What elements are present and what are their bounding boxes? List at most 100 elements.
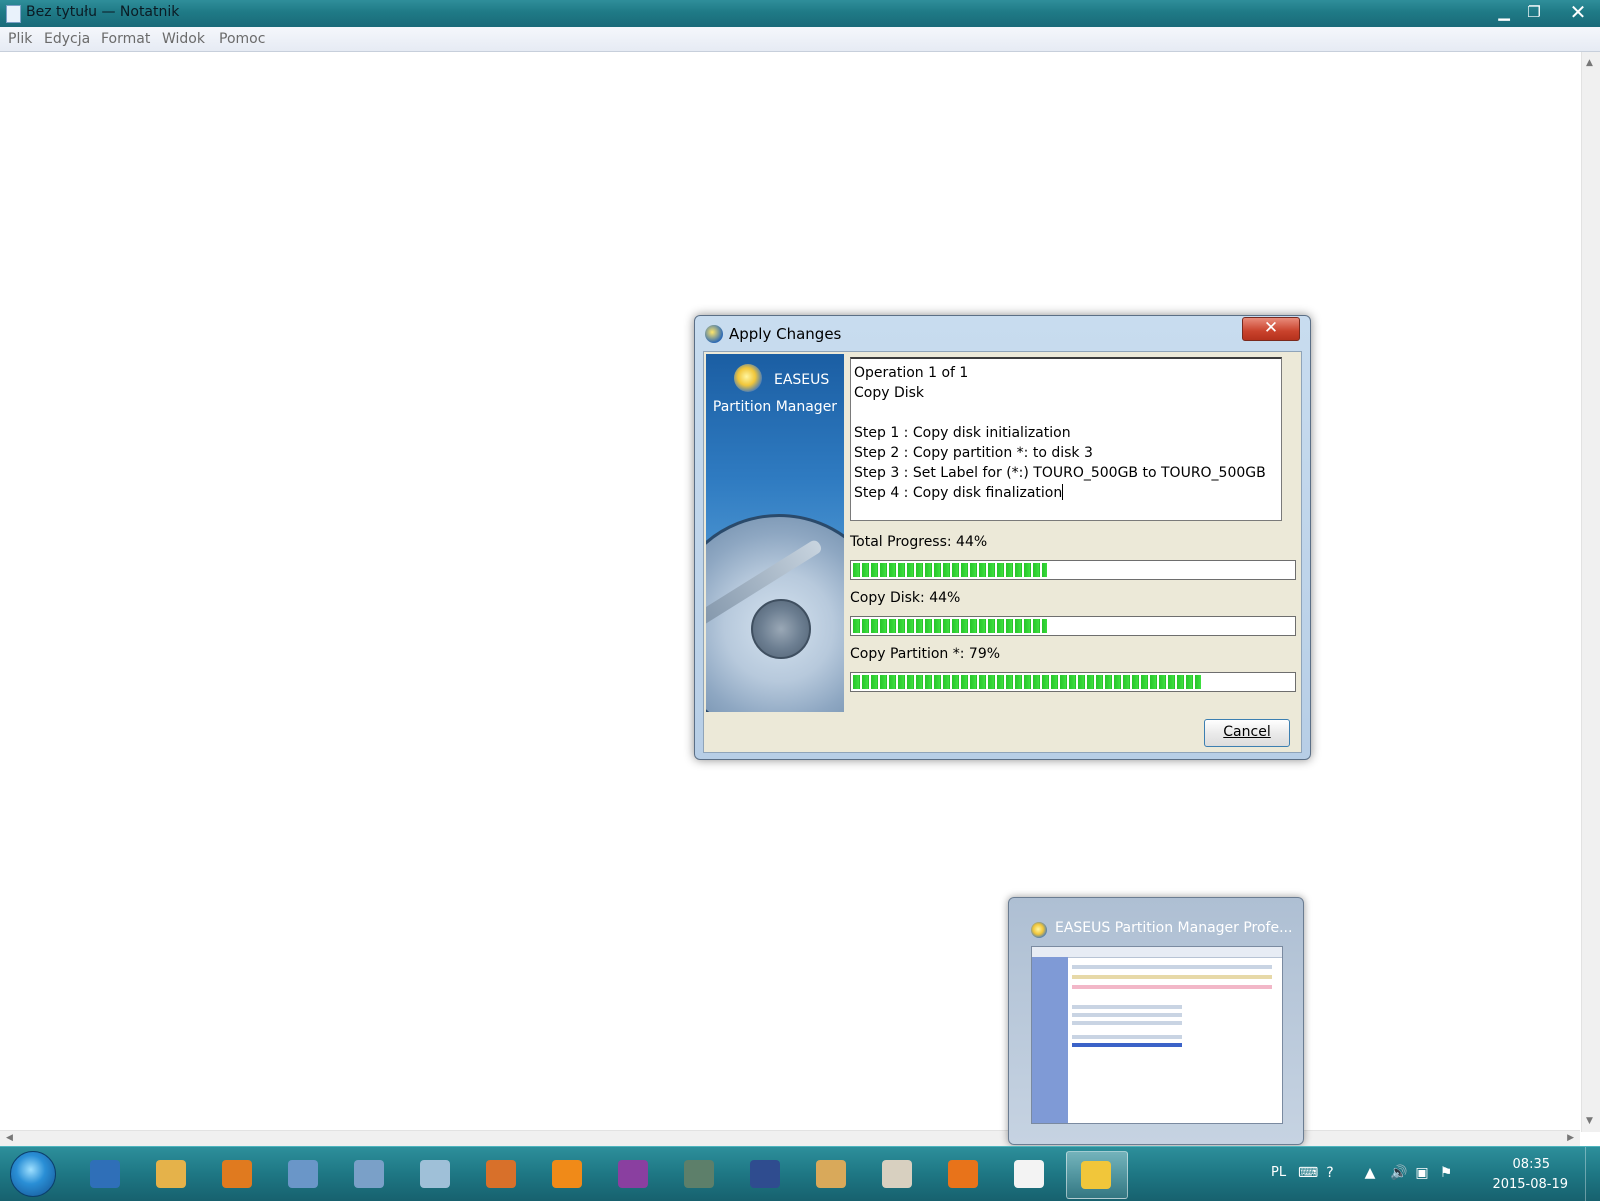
menu-bar: Plik Edycja Format Widok Pomoc xyxy=(0,27,1600,52)
taskbar-button[interactable] xyxy=(736,1151,796,1197)
notepad-icon xyxy=(420,1160,450,1188)
taskbar-button[interactable] xyxy=(340,1151,400,1197)
operation-line: Step 2 : Copy partition *: to disk 3 xyxy=(854,445,1093,461)
file-explorer-icon xyxy=(156,1160,186,1188)
copy-disk-progress-bar xyxy=(850,616,1296,636)
taskbar-button[interactable] xyxy=(670,1151,730,1197)
scroll-left-icon[interactable]: ◀ xyxy=(6,1133,13,1143)
copy-disk-label: Copy Disk: 44% xyxy=(850,590,961,606)
preview-row xyxy=(1072,1043,1182,1047)
scroll-down-icon[interactable]: ▼ xyxy=(1586,1116,1593,1126)
taskbar-button[interactable] xyxy=(1000,1151,1060,1197)
taskbar-button[interactable] xyxy=(604,1151,664,1197)
window-title: Bez tytułu — Notatnik xyxy=(26,4,180,20)
start-button[interactable] xyxy=(10,1151,56,1197)
operation-line: Operation 1 of 1 xyxy=(854,365,969,381)
notepad-titlebar: Bez tytułu — Notatnik ▁ ❐ ✕ xyxy=(0,0,1600,27)
show-hidden-icons-icon[interactable]: ▲ xyxy=(1362,1165,1378,1181)
text-caret xyxy=(1062,484,1064,500)
taskbar-button[interactable] xyxy=(934,1151,994,1197)
internet-explorer-icon xyxy=(90,1160,120,1188)
taskbar-button[interactable] xyxy=(472,1151,532,1197)
taskbar-button[interactable] xyxy=(142,1151,202,1197)
winrar-icon-books xyxy=(486,1160,516,1188)
apply-changes-dialog: Apply Changes ✕ EASEUS Partition Manager… xyxy=(694,315,1311,760)
horizontal-scrollbar[interactable]: ◀ ▶ xyxy=(0,1130,1580,1147)
preview-row xyxy=(1072,1005,1182,1009)
notepad-app-icon xyxy=(6,5,21,23)
system-monitor-icon xyxy=(684,1160,714,1188)
operation-line: Copy Disk xyxy=(854,385,925,401)
preview-row xyxy=(1072,965,1272,969)
winrar-icon xyxy=(618,1160,648,1188)
taskbar-button[interactable] xyxy=(406,1151,466,1197)
operation-line: Step 4 : Copy disk finalization xyxy=(854,485,1063,501)
copy-partition-label: Copy Partition *: 79% xyxy=(850,646,1001,662)
vertical-scrollbar[interactable]: ▲ ▼ xyxy=(1581,52,1600,1132)
operation-line: Step 3 : Set Label for (*:) TOURO_500GB … xyxy=(854,465,1266,481)
remote-desktop-icon xyxy=(288,1160,318,1188)
menu-help[interactable]: Pomoc xyxy=(219,31,265,47)
preview-row xyxy=(1072,1013,1182,1017)
copy-partition-progress-fill xyxy=(853,675,1201,689)
taskbar-button[interactable] xyxy=(274,1151,334,1197)
taskbar-button[interactable] xyxy=(802,1151,862,1197)
operation-line xyxy=(854,403,1281,423)
total-progress-bar xyxy=(850,560,1296,580)
preview-row xyxy=(1072,1021,1182,1025)
operations-textbox[interactable]: Operation 1 of 1 Copy Disk Step 1 : Copy… xyxy=(850,357,1282,521)
preview-row xyxy=(1072,1035,1182,1039)
easeus-star-icon xyxy=(1031,922,1047,938)
taskbar-thumbnail-preview[interactable]: EASEUS Partition Manager Profe... xyxy=(1008,897,1304,1145)
minimize-button[interactable]: ▁ xyxy=(1490,2,1518,22)
taskbar-button[interactable] xyxy=(208,1151,268,1197)
easeus-star-icon xyxy=(705,325,723,343)
easeus-branding-panel: EASEUS Partition Manager xyxy=(706,354,844,712)
volume-icon[interactable]: 🔊 xyxy=(1390,1165,1407,1181)
total-progress-fill xyxy=(853,563,1047,577)
close-button[interactable]: ✕ xyxy=(1564,2,1592,22)
cancel-button[interactable]: Cancel xyxy=(1204,719,1290,747)
menu-view[interactable]: Widok xyxy=(162,31,205,47)
preview-sidebar xyxy=(1032,957,1068,1123)
maximize-button[interactable]: ❐ xyxy=(1520,2,1548,22)
paint-icon xyxy=(882,1160,912,1188)
scroll-up-icon[interactable]: ▲ xyxy=(1586,58,1593,68)
preview-row xyxy=(1072,975,1272,979)
scroll-right-icon[interactable]: ▶ xyxy=(1567,1133,1574,1143)
taskbar-button[interactable] xyxy=(76,1151,136,1197)
menu-file[interactable]: Plik xyxy=(8,31,32,47)
easeus-logo-icon xyxy=(734,364,762,392)
taskbar-button[interactable] xyxy=(868,1151,928,1197)
hard-disk-image xyxy=(706,514,844,712)
copy-disk-progress-fill xyxy=(853,619,1047,633)
brand-name: EASEUS xyxy=(774,372,830,388)
calendar-icon xyxy=(1014,1160,1044,1188)
taskbar-button[interactable] xyxy=(1066,1151,1128,1199)
action-center-flag-icon[interactable]: ⚑ xyxy=(1438,1165,1454,1181)
disk-hub xyxy=(751,599,811,659)
easeus-icon xyxy=(1081,1161,1111,1189)
taskbar-button[interactable] xyxy=(538,1151,598,1197)
image-viewer-icon xyxy=(816,1160,846,1188)
save-disk-icon xyxy=(750,1160,780,1188)
system-tray: PL ⌨ ? ▲ 🔊 ▣ ⚑ 08:35 2015-08-19 xyxy=(1240,1147,1600,1201)
preview-thumbnail[interactable] xyxy=(1031,946,1283,1124)
copy-partition-progress-bar xyxy=(850,672,1296,692)
network-icon[interactable]: ▣ xyxy=(1414,1165,1430,1181)
dialog-title: Apply Changes xyxy=(729,325,842,343)
show-desktop-button[interactable] xyxy=(1585,1147,1600,1201)
vlc-icon xyxy=(552,1160,582,1188)
windows-taskbar: PL ⌨ ? ▲ 🔊 ▣ ⚑ 08:35 2015-08-19 xyxy=(0,1146,1600,1201)
dialog-close-button[interactable]: ✕ xyxy=(1242,317,1300,341)
clock-date[interactable]: 2015-08-19 xyxy=(1492,1177,1568,1192)
preview-toolbar xyxy=(1032,947,1282,958)
clock-time[interactable]: 08:35 xyxy=(1513,1157,1550,1172)
menu-format[interactable]: Format xyxy=(101,31,150,47)
language-indicator[interactable]: PL xyxy=(1271,1165,1286,1180)
menu-edit[interactable]: Edycja xyxy=(44,31,90,47)
help-icon[interactable]: ? xyxy=(1322,1165,1338,1181)
firefox-icon xyxy=(948,1160,978,1188)
keyboard-icon[interactable]: ⌨ xyxy=(1298,1165,1318,1181)
media-player-icon xyxy=(222,1160,252,1188)
